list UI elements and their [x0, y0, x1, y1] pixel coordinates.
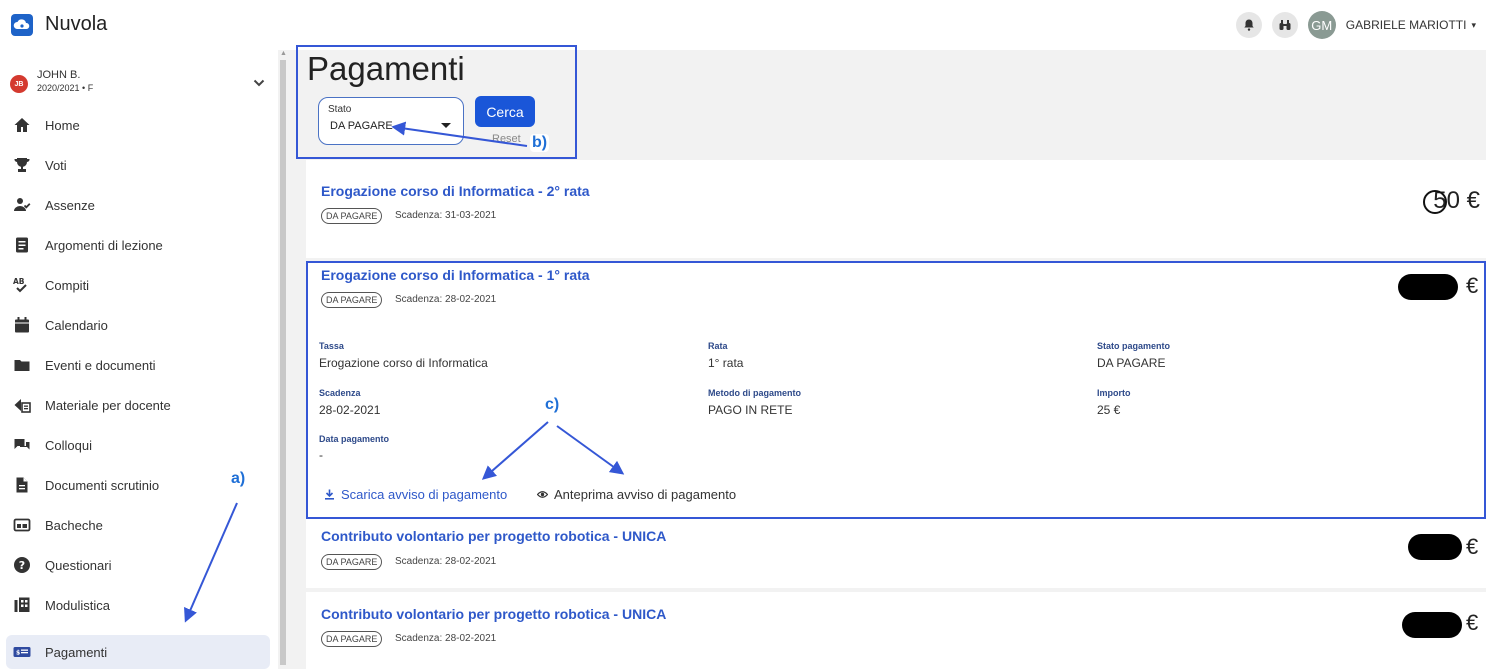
svg-text:AB: AB — [13, 277, 25, 286]
folder-icon — [13, 356, 31, 374]
sidebar-item-label: Documenti scrutinio — [45, 478, 160, 493]
sidebar-item-label: Pagamenti — [45, 645, 108, 660]
app-title: Nuvola — [45, 13, 108, 35]
user-name[interactable]: GABRIELE MARIOTTI — [1346, 18, 1467, 32]
person-check-icon — [13, 196, 31, 214]
student-year: 2020/2021 • F — [37, 83, 94, 93]
sidebar-item-home[interactable]: Home — [6, 108, 270, 142]
user-menu-caret-icon[interactable]: ▾ — [1471, 20, 1476, 31]
payment-icon: $ — [13, 643, 31, 661]
board-icon — [13, 516, 31, 534]
student-name: JOHN B. — [37, 69, 81, 81]
svg-text:$: $ — [16, 650, 20, 657]
sidebar-item-label: Home — [45, 118, 80, 133]
sidebar-item-questionari[interactable]: ? Questionari — [6, 548, 270, 582]
sidebar-item-label: Calendario — [45, 318, 108, 333]
status-badge: DA PAGARE — [321, 631, 383, 647]
status-badge: DA PAGARE — [321, 554, 383, 570]
payment-amount: 50 € — [1433, 187, 1480, 214]
sidebar-item-label: Voti — [45, 158, 67, 173]
trophy-icon — [13, 156, 31, 174]
sidebar-item-materiale[interactable]: Materiale per docente — [6, 388, 270, 422]
chevron-down-icon[interactable] — [252, 76, 266, 90]
payment-title[interactable]: Contributo volontario per progetto robot… — [321, 606, 666, 622]
sidebar-item-label: Assenze — [45, 198, 95, 213]
highlight-box-payment-detail — [306, 261, 1486, 519]
annotation-label-c: c) — [543, 396, 562, 414]
due-date: Scadenza: 31-03-2021 — [395, 210, 497, 221]
due-date: Scadenza: 28-02-2021 — [395, 556, 497, 567]
binoculars-icon[interactable] — [1271, 12, 1298, 38]
teacher-material-icon — [13, 396, 31, 414]
sidebar-item-compiti[interactable]: AB Compiti — [6, 268, 270, 302]
scroll-thumb[interactable] — [280, 60, 286, 665]
sidebar-item-voti[interactable]: Voti — [6, 148, 270, 182]
forms-icon — [13, 596, 31, 614]
due-date: Scadenza: 28-02-2021 — [395, 633, 497, 644]
amount-redaction — [1408, 534, 1462, 560]
nuvola-logo-icon[interactable] — [11, 14, 33, 36]
sidebar-item-pagamenti[interactable]: $ Pagamenti — [6, 635, 270, 669]
amount-currency: € — [1466, 534, 1479, 559]
sidebar-item-label: Questionari — [45, 558, 112, 573]
top-right-actions: GM GABRIELE MARIOTTI ▾ — [1235, 11, 1476, 39]
top-bar: Nuvola GM GABRIELE MARIOTTI ▾ — [0, 0, 1486, 50]
annotation-label-a: a) — [229, 470, 248, 488]
calendar-icon — [13, 316, 31, 334]
sidebar-item-label: Modulistica — [45, 598, 111, 613]
scroll-up-arrow-icon[interactable]: ▲ — [280, 50, 287, 57]
annotation-label-b: b) — [530, 134, 550, 152]
sidebar-scrollbar[interactable]: ▲ — [278, 50, 288, 669]
sidebar-item-label: Colloqui — [45, 438, 92, 453]
spellcheck-icon: AB — [13, 276, 31, 294]
sidebar-item-label: Bacheche — [45, 518, 103, 533]
help-circle-icon: ? — [13, 556, 31, 574]
sidebar-item-calendario[interactable]: Calendario — [6, 308, 270, 342]
sidebar-item-label: Eventi e documenti — [45, 358, 156, 373]
sidebar-item-assenze[interactable]: Assenze — [6, 188, 270, 222]
sidebar-item-colloqui[interactable]: Colloqui — [6, 428, 270, 462]
payment-title[interactable]: Erogazione corso di Informatica - 2° rat… — [321, 183, 590, 199]
sidebar-item-bacheche[interactable]: Bacheche — [6, 508, 270, 542]
user-avatar[interactable]: GM — [1307, 11, 1336, 39]
notifications-bell-icon[interactable] — [1235, 12, 1262, 38]
sidebar-item-argomenti[interactable]: Argomenti di lezione — [6, 228, 270, 262]
student-selector[interactable]: JB JOHN B. 2020/2021 • F — [10, 69, 270, 99]
student-avatar: JB — [10, 75, 28, 93]
document-icon — [13, 476, 31, 494]
sidebar-item-modulistica[interactable]: Modulistica — [6, 588, 270, 622]
sidebar-item-label: Compiti — [45, 278, 90, 293]
payment-card: Contributo volontario per progetto robot… — [306, 592, 1486, 669]
svg-text:?: ? — [19, 559, 25, 572]
sidebar: JB JOHN B. 2020/2021 • F Home Voti Assen… — [0, 50, 278, 669]
amount-redaction — [1402, 612, 1462, 638]
sidebar-item-label: Materiale per docente — [45, 398, 171, 413]
payment-card: Contributo volontario per progetto robot… — [306, 518, 1486, 588]
home-icon — [13, 116, 31, 134]
sidebar-item-label: Argomenti di lezione — [45, 238, 163, 253]
book-icon — [13, 236, 31, 254]
payment-title[interactable]: Contributo volontario per progetto robot… — [321, 528, 666, 544]
amount-currency: € — [1466, 610, 1479, 635]
payment-card: Erogazione corso di Informatica - 2° rat… — [306, 160, 1486, 258]
chat-icon — [13, 436, 31, 454]
sidebar-item-eventi[interactable]: Eventi e documenti — [6, 348, 270, 382]
status-badge: DA PAGARE — [321, 208, 383, 224]
